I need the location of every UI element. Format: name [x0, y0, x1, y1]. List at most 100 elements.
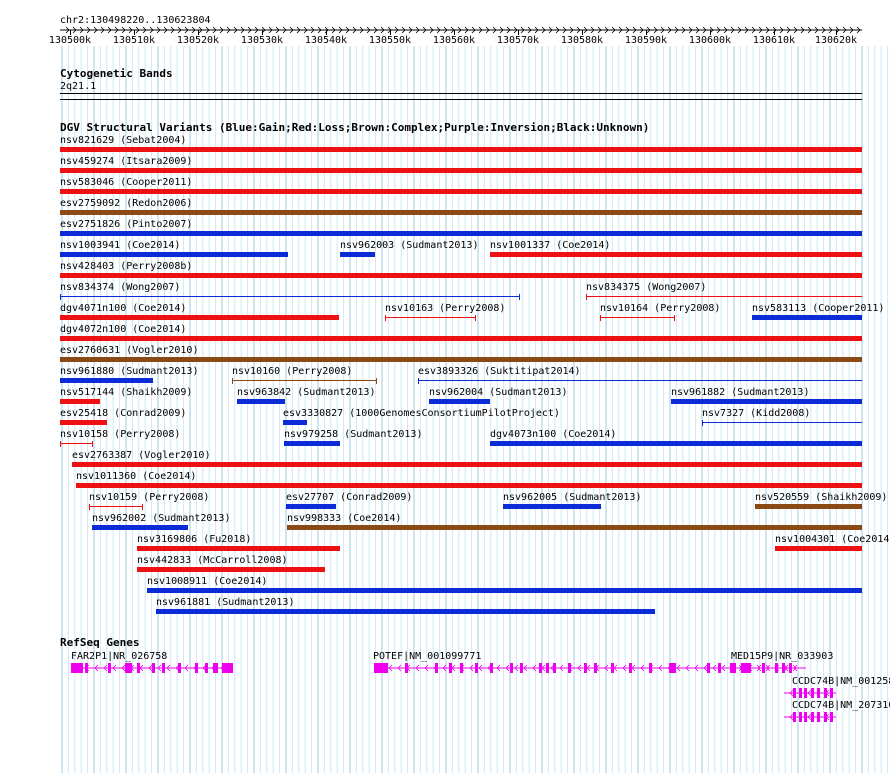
dgv-variant-label[interactable]: nsv10163 (Perry2008): [385, 303, 505, 314]
dgv-variant-label[interactable]: nsv517144 (Shaikh2009): [60, 387, 192, 398]
dgv-variant-bar[interactable]: [503, 504, 601, 509]
dgv-variant-bar[interactable]: [60, 168, 862, 173]
dgv-variant-label[interactable]: nsv3169806 (Fu2018): [137, 534, 251, 545]
cytoband-track-title[interactable]: Cytogenetic Bands: [60, 68, 173, 80]
dgv-variant-end-tick: [89, 504, 90, 510]
dgv-variant-bar[interactable]: [286, 504, 336, 509]
dgv-variant-label[interactable]: esv3893326 (Suktitipat2014): [418, 366, 581, 377]
refseq-gene-label[interactable]: FAR2P1|NR_026758: [71, 651, 167, 662]
dgv-variant-bar[interactable]: [60, 231, 862, 236]
dgv-variant-label[interactable]: nsv961881 (Sudmant2013): [156, 597, 294, 608]
dgv-variant-bar[interactable]: [340, 252, 375, 257]
refseq-gene-label[interactable]: CCDC74B|NM_001258: [792, 676, 890, 687]
dgv-variant-bar[interactable]: [156, 609, 655, 614]
dgv-variant-label[interactable]: nsv428403 (Perry2008b): [60, 261, 192, 272]
refseq-gene-model[interactable]: [0, 712, 890, 724]
dgv-variant-label[interactable]: nsv834374 (Wong2007): [60, 282, 180, 293]
refseq-gene-label[interactable]: MED15P9|NR_033903: [731, 651, 833, 662]
dgv-variant-label[interactable]: nsv520559 (Shaikh2009): [755, 492, 887, 503]
dgv-variant-label[interactable]: nsv459274 (Itsara2009): [60, 156, 192, 167]
dgv-variant-line[interactable]: [89, 506, 143, 507]
dgv-variant-line[interactable]: [702, 422, 862, 423]
dgv-variant-bar[interactable]: [671, 399, 862, 404]
dgv-variant-bar[interactable]: [429, 399, 490, 404]
dgv-variant-label[interactable]: esv2763387 (Vogler2010): [72, 450, 210, 461]
dgv-variant-bar[interactable]: [755, 504, 862, 509]
dgv-variant-bar[interactable]: [60, 252, 288, 257]
dgv-variant-bar[interactable]: [147, 588, 862, 593]
dgv-variant-bar[interactable]: [490, 252, 862, 257]
dgv-variant-label[interactable]: dgv4071n100 (Coe2014): [60, 303, 186, 314]
dgv-variant-bar[interactable]: [775, 546, 862, 551]
dgv-variant-label[interactable]: esv2760631 (Vogler2010): [60, 345, 198, 356]
dgv-variant-line[interactable]: [232, 380, 377, 381]
dgv-variant-bar[interactable]: [137, 567, 325, 572]
dgv-variant-bar[interactable]: [60, 273, 862, 278]
dgv-variant-label[interactable]: nsv1008911 (Coe2014): [147, 576, 267, 587]
dgv-variant-label[interactable]: esv25418 (Conrad2009): [60, 408, 186, 419]
dgv-variant-bar[interactable]: [237, 399, 285, 404]
dgv-variant-label[interactable]: nsv963842 (Sudmant2013): [237, 387, 375, 398]
dgv-variant-line[interactable]: [586, 296, 862, 297]
dgv-variant-label[interactable]: nsv583046 (Cooper2011): [60, 177, 192, 188]
dgv-variant-label[interactable]: esv3330827 (1000GenomesConsortiumPilotPr…: [283, 408, 560, 419]
dgv-variant-bar[interactable]: [60, 315, 339, 320]
dgv-variant-bar[interactable]: [752, 315, 862, 320]
dgv-variant-label[interactable]: nsv10159 (Perry2008): [89, 492, 209, 503]
dgv-variant-label[interactable]: nsv962002 (Sudmant2013): [92, 513, 230, 524]
dgv-variant-bar[interactable]: [60, 420, 107, 425]
dgv-variant-label[interactable]: nsv962005 (Sudmant2013): [503, 492, 641, 503]
dgv-variant-bar[interactable]: [284, 441, 340, 446]
dgv-variant-bar[interactable]: [60, 378, 153, 383]
dgv-variant-label[interactable]: nsv1001337 (Coe2014): [490, 240, 610, 251]
dgv-variant-bar[interactable]: [287, 525, 862, 530]
dgv-variant-label[interactable]: dgv4073n100 (Coe2014): [490, 429, 616, 440]
dgv-variant-label[interactable]: nsv961880 (Sudmant2013): [60, 366, 198, 377]
refseq-track-title[interactable]: RefSeq Genes: [60, 637, 139, 649]
dgv-variant-label[interactable]: nsv7327 (Kidd2008): [702, 408, 810, 419]
dgv-variant-bar[interactable]: [72, 462, 862, 467]
dgv-variant-label[interactable]: nsv1011360 (Coe2014): [76, 471, 196, 482]
refseq-gene-model[interactable]: [0, 688, 890, 700]
dgv-variant-label[interactable]: nsv962004 (Sudmant2013): [429, 387, 567, 398]
dgv-variant-label[interactable]: nsv961882 (Sudmant2013): [671, 387, 809, 398]
dgv-variant-label[interactable]: esv2751826 (Pinto2007): [60, 219, 192, 230]
dgv-variant-bar[interactable]: [60, 147, 862, 152]
dgv-variant-line[interactable]: [385, 317, 476, 318]
dgv-variant-line[interactable]: [600, 317, 675, 318]
refseq-gene-label[interactable]: CCDC74B|NM_207310: [792, 700, 890, 711]
dgv-variant-bar[interactable]: [137, 546, 340, 551]
dgv-variant-line[interactable]: [60, 443, 93, 444]
refseq-gene-model[interactable]: [0, 663, 890, 675]
dgv-variant-end-tick: [475, 315, 476, 321]
dgv-variant-label[interactable]: nsv10164 (Perry2008): [600, 303, 720, 314]
dgv-variant-label[interactable]: nsv998333 (Coe2014): [287, 513, 401, 524]
dgv-variant-label[interactable]: nsv1003941 (Coe2014): [60, 240, 180, 251]
dgv-variant-label[interactable]: nsv10160 (Perry2008): [232, 366, 352, 377]
refseq-gene-label[interactable]: POTEF|NM_001099771: [373, 651, 481, 662]
dgv-variant-line[interactable]: [60, 296, 520, 297]
dgv-variant-bar[interactable]: [92, 525, 188, 530]
dgv-variant-bar[interactable]: [490, 441, 862, 446]
dgv-variant-bar[interactable]: [60, 210, 862, 215]
dgv-variant-line[interactable]: [418, 380, 862, 381]
dgv-variant-label[interactable]: nsv1004301 (Coe2014): [775, 534, 890, 545]
dgv-variant-label[interactable]: nsv821629 (Sebat2004): [60, 135, 186, 146]
dgv-variant-bar[interactable]: [60, 336, 862, 341]
dgv-variant-label[interactable]: dgv4072n100 (Coe2014): [60, 324, 186, 335]
dgv-track-title[interactable]: DGV Structural Variants (Blue:Gain;Red:L…: [60, 122, 649, 134]
dgv-variant-label[interactable]: esv2759092 (Redon2006): [60, 198, 192, 209]
dgv-variant-bar[interactable]: [76, 483, 862, 488]
dgv-variant-label[interactable]: nsv442833 (McCarroll2008): [137, 555, 288, 566]
dgv-variant-bar[interactable]: [283, 420, 307, 425]
genome-browser-panel[interactable]: chr2:130498220..130623804 130500k 130510k…: [0, 0, 890, 773]
dgv-variant-label[interactable]: esv27707 (Conrad2009): [286, 492, 412, 503]
dgv-variant-bar[interactable]: [60, 189, 862, 194]
dgv-variant-bar[interactable]: [60, 357, 862, 362]
dgv-variant-label[interactable]: nsv962003 (Sudmant2013): [340, 240, 478, 251]
dgv-variant-label[interactable]: nsv979258 (Sudmant2013): [284, 429, 422, 440]
dgv-variant-label[interactable]: nsv10158 (Perry2008): [60, 429, 180, 440]
dgv-variant-label[interactable]: nsv583113 (Cooper2011): [752, 303, 884, 314]
dgv-variant-label[interactable]: nsv834375 (Wong2007): [586, 282, 706, 293]
dgv-variant-bar[interactable]: [60, 399, 100, 404]
